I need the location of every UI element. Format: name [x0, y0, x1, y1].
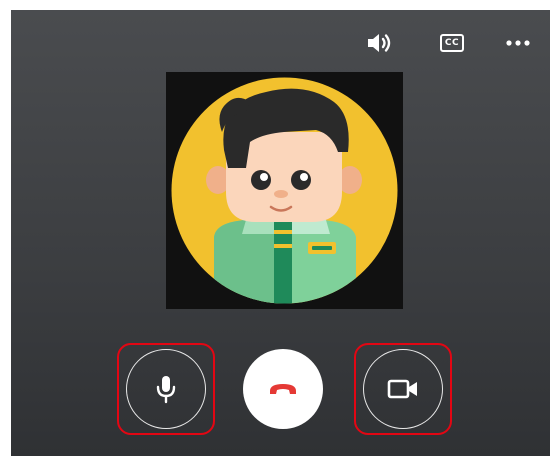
- hang-up-button[interactable]: [243, 349, 323, 429]
- video-call-window: CC: [11, 10, 550, 456]
- volume-icon: [368, 34, 391, 52]
- top-toolbar: CC: [360, 28, 550, 58]
- phone-hangup-icon: [270, 384, 296, 394]
- captions-button[interactable]: CC: [432, 28, 472, 58]
- microphone-icon: [156, 376, 176, 404]
- camera-button[interactable]: [363, 349, 443, 429]
- captions-label: CC: [444, 37, 460, 48]
- avatar-boy-icon: [171, 77, 398, 304]
- more-options-button[interactable]: [498, 28, 538, 58]
- participant-video-tile: [166, 72, 403, 309]
- microphone-button[interactable]: [126, 349, 206, 429]
- call-controls: [11, 340, 550, 440]
- video-camera-icon: [387, 379, 417, 399]
- more-options-icon: [506, 40, 530, 46]
- volume-button[interactable]: [360, 28, 400, 58]
- closed-captions-icon: CC: [440, 34, 464, 52]
